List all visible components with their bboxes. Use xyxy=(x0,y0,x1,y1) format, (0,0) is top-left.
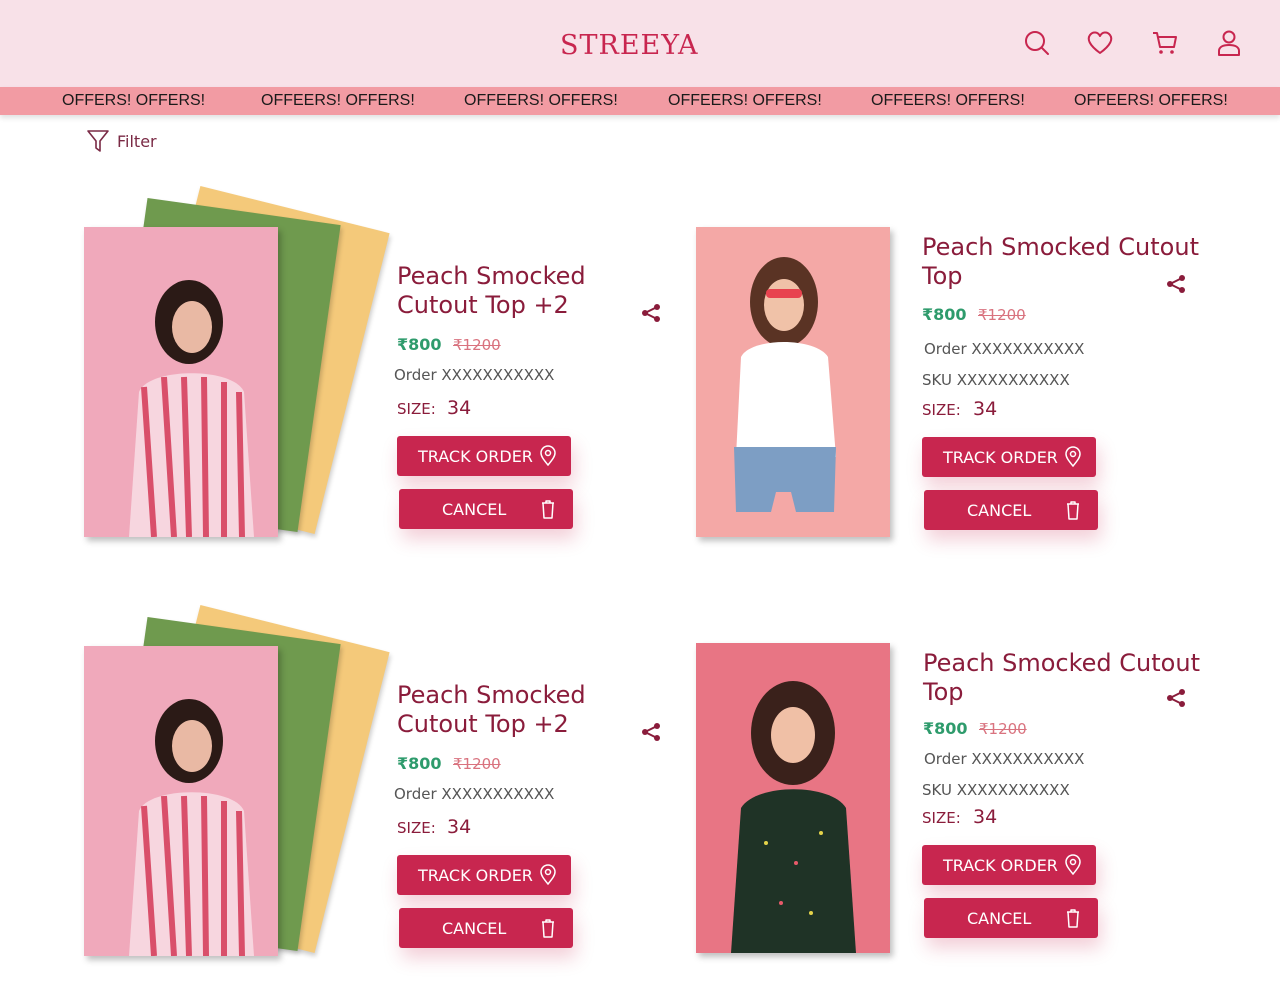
cancel-label: CANCEL xyxy=(967,909,1032,928)
trash-icon xyxy=(1062,499,1084,521)
size-label: SIZE: xyxy=(922,401,961,419)
sku-number: SKU XXXXXXXXXXX xyxy=(922,371,1070,389)
offer-text: OFFEERS! OFFERS! xyxy=(1074,92,1228,109)
price: ₹800 xyxy=(397,335,442,354)
order-number: Order XXXXXXXXXXX xyxy=(924,750,1085,768)
offer-text: OFFERS! OFFERS! xyxy=(62,92,206,109)
location-pin-icon xyxy=(1062,854,1084,876)
offers-marquee: OFFERS! OFFERS! OFFEERS! OFFERS! OFFEERS… xyxy=(0,87,1280,115)
offer-text: OFFEERS! OFFERS! xyxy=(261,92,415,109)
product-title[interactable]: Peach Smocked Cutout Top +2 xyxy=(397,681,672,739)
original-price: ₹1200 xyxy=(979,720,1027,738)
trash-icon xyxy=(537,498,559,520)
offer-text: OFFEERS! OFFERS! xyxy=(464,92,618,109)
order-number: Order XXXXXXXXXXX xyxy=(924,340,1085,358)
track-order-button[interactable]: TRACK ORDER xyxy=(397,855,571,895)
track-order-label: TRACK ORDER xyxy=(418,866,533,885)
original-price: ₹1200 xyxy=(453,755,501,773)
heart-icon[interactable] xyxy=(1085,28,1115,58)
track-order-label: TRACK ORDER xyxy=(418,447,533,466)
cancel-button[interactable]: CANCEL xyxy=(399,908,573,948)
product-title[interactable]: Peach Smocked Cutout Top xyxy=(922,233,1202,291)
offer-text: OFFEERS! OFFERS! xyxy=(668,92,822,109)
location-pin-icon xyxy=(537,445,559,467)
share-icon[interactable] xyxy=(1165,687,1187,709)
location-pin-icon xyxy=(537,864,559,886)
offer-text: OFFEERS! OFFERS! xyxy=(871,92,1025,109)
product-image[interactable] xyxy=(84,227,278,537)
cancel-button[interactable]: CANCEL xyxy=(399,489,573,529)
filter-label: Filter xyxy=(117,132,157,151)
filter-icon xyxy=(87,130,109,152)
product-image[interactable] xyxy=(696,643,890,953)
size-value: 34 xyxy=(447,816,472,838)
search-icon[interactable] xyxy=(1022,28,1052,58)
cancel-label: CANCEL xyxy=(442,919,507,938)
user-icon[interactable] xyxy=(1214,28,1244,58)
product-title[interactable]: Peach Smocked Cutout Top xyxy=(923,649,1203,707)
cancel-label: CANCEL xyxy=(967,501,1032,520)
size-value: 34 xyxy=(973,806,998,828)
size-label: SIZE: xyxy=(922,809,961,827)
cancel-button[interactable]: CANCEL xyxy=(924,898,1098,938)
order-number: Order XXXXXXXXXXX xyxy=(394,366,555,384)
trash-icon xyxy=(1062,907,1084,929)
track-order-button[interactable]: TRACK ORDER xyxy=(922,845,1096,885)
location-pin-icon xyxy=(1062,446,1084,468)
share-icon[interactable] xyxy=(640,721,662,743)
share-icon[interactable] xyxy=(640,302,662,324)
original-price: ₹1200 xyxy=(453,336,501,354)
trash-icon xyxy=(537,917,559,939)
track-order-button[interactable]: TRACK ORDER xyxy=(397,436,571,476)
top-header: STREEYA xyxy=(0,0,1280,87)
track-order-label: TRACK ORDER xyxy=(943,448,1058,467)
cancel-button[interactable]: CANCEL xyxy=(924,490,1098,530)
size-label: SIZE: xyxy=(397,819,436,837)
product-image[interactable] xyxy=(696,227,890,537)
original-price: ₹1200 xyxy=(978,306,1026,324)
product-image[interactable] xyxy=(84,646,278,956)
cancel-label: CANCEL xyxy=(442,500,507,519)
size-value: 34 xyxy=(447,397,472,419)
sku-number: SKU XXXXXXXXXXX xyxy=(922,781,1070,799)
size-label: SIZE: xyxy=(397,400,436,418)
cart-icon[interactable] xyxy=(1150,28,1180,58)
product-title[interactable]: Peach Smocked Cutout Top +2 xyxy=(397,262,672,320)
price: ₹800 xyxy=(922,305,967,324)
price: ₹800 xyxy=(923,719,968,738)
track-order-label: TRACK ORDER xyxy=(943,856,1058,875)
share-icon[interactable] xyxy=(1165,273,1187,295)
order-number: Order XXXXXXXXXXX xyxy=(394,785,555,803)
size-value: 34 xyxy=(973,398,998,420)
track-order-button[interactable]: TRACK ORDER xyxy=(922,437,1096,477)
price: ₹800 xyxy=(397,754,442,773)
brand-logo[interactable]: STREEYA xyxy=(560,30,700,61)
